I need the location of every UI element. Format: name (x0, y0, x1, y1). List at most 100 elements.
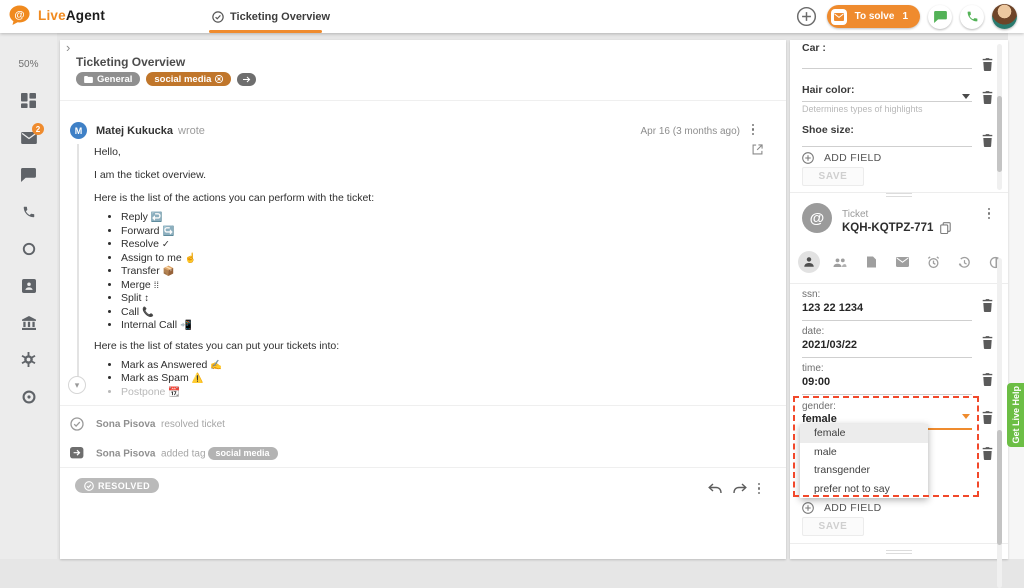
add-field-button[interactable]: ADD FIELD (802, 152, 882, 164)
list-item: Forward ↪️ (121, 225, 724, 239)
tab-group[interactable] (829, 251, 851, 273)
ticket-kind-label: Ticket (842, 209, 868, 220)
list-item: Call 📞 (121, 306, 724, 320)
dropdown-caret-icon[interactable] (962, 94, 970, 99)
tag-pill-social-media[interactable]: social media (146, 72, 231, 86)
reply-icon[interactable] (708, 483, 722, 494)
target-circle-icon (22, 390, 36, 404)
delete-field-button[interactable] (982, 373, 993, 386)
sidebar-item-support[interactable] (20, 388, 37, 405)
header-divider (60, 100, 786, 101)
dropdown-option-transgender[interactable]: transgender (800, 461, 928, 480)
top-bar: @ LiveAgent Ticketing Overview To solve … (0, 0, 1024, 33)
sidebar-item-contacts[interactable] (20, 277, 37, 294)
remove-tag-icon[interactable] (215, 75, 223, 83)
activity-action: added tag (161, 448, 206, 459)
user-avatar[interactable] (992, 4, 1017, 29)
activity-user: Sona Pisova (96, 448, 155, 459)
chats-button[interactable] (928, 5, 952, 29)
panel-scrollbar[interactable] (997, 44, 1002, 190)
more-options-button[interactable] (758, 483, 760, 494)
sidebar-item-dashboard[interactable] (20, 92, 37, 109)
delete-field-button[interactable] (982, 58, 993, 71)
sidebar-item-calls[interactable] (20, 203, 37, 220)
field-label-ssn: ssn: (802, 289, 820, 300)
resize-handle[interactable] (886, 547, 912, 554)
ticket-menu-button[interactable] (988, 208, 990, 219)
add-field-button[interactable]: ADD FIELD (802, 502, 882, 514)
sidebar-item-chats[interactable] (20, 166, 37, 183)
save-button[interactable]: SAVE (802, 517, 864, 536)
message-timestamp: Apr 16 (3 months ago) (641, 126, 741, 137)
window-edge (1008, 33, 1024, 559)
field-underline (802, 68, 972, 69)
field-value-time[interactable]: 09:00 (802, 376, 830, 388)
field-hint: Determines types of highlights (802, 104, 923, 114)
brand-logo[interactable]: @ LiveAgent (9, 5, 105, 26)
add-button[interactable] (796, 6, 817, 27)
topbar-actions: To solve 1 (796, 4, 1017, 29)
get-live-help-ribbon[interactable]: Get Live Help (1007, 383, 1024, 447)
save-button[interactable]: SAVE (802, 167, 864, 186)
sidebar-item-settings[interactable] (20, 351, 37, 368)
resize-handle[interactable] (886, 190, 912, 197)
tab-history[interactable] (953, 251, 975, 273)
delete-field-button[interactable] (982, 134, 993, 147)
tickets-badge: 2 (32, 123, 44, 135)
copy-icon[interactable] (940, 222, 951, 234)
chat-icon (934, 11, 947, 23)
calls-button[interactable] (960, 5, 984, 29)
open-in-new-icon[interactable] (752, 144, 763, 155)
postpone-emoji: 📆 (168, 387, 180, 398)
collapse-breadcrumb-chevron[interactable]: › (66, 40, 70, 55)
assign-emoji: ☝️ (185, 253, 197, 264)
status-label: RESOLVED (98, 481, 150, 491)
tab-contrast[interactable] (984, 251, 1006, 273)
add-tag-button[interactable] (237, 73, 256, 86)
activity-action: resolved ticket (161, 419, 225, 430)
panel-scrollbar[interactable] (997, 258, 1002, 588)
field-value-date[interactable]: 2021/03/22 (802, 339, 857, 351)
plus-circle-icon (802, 152, 814, 164)
chat-bubble-icon (21, 168, 36, 182)
ticket-avatar: @ (802, 203, 832, 233)
folder-icon (84, 76, 93, 83)
tab-ticketing-overview[interactable]: Ticketing Overview (212, 0, 330, 33)
zoom-level: 50% (18, 59, 38, 70)
spam-emoji: ⚠️ (192, 373, 204, 384)
delete-field-button[interactable] (982, 336, 993, 349)
message-menu-button[interactable] (752, 124, 754, 135)
to-solve-button[interactable]: To solve 1 (827, 5, 920, 28)
tab-contact[interactable] (798, 251, 820, 273)
sidebar-item-tickets[interactable]: 2 (20, 129, 37, 146)
dropdown-option-prefer-not-to-say[interactable]: prefer not to say (800, 480, 928, 499)
delete-field-button[interactable] (982, 411, 993, 424)
answered-emoji: ✍️ (210, 360, 222, 371)
tab-mail[interactable] (891, 251, 913, 273)
status-badge: RESOLVED (75, 478, 159, 493)
dropdown-caret-icon[interactable] (962, 414, 970, 419)
dropdown-option-male[interactable]: male (800, 443, 928, 462)
forward-icon[interactable] (733, 483, 747, 494)
sidebar-item-customer-portal[interactable] (20, 314, 37, 331)
collapse-message-button[interactable]: ▾ (68, 376, 86, 394)
dropdown-option-female[interactable]: female (800, 424, 928, 443)
delete-field-button[interactable] (982, 299, 993, 312)
page-title: Ticketing Overview (76, 55, 185, 69)
phone-icon (22, 205, 36, 219)
delete-field-button[interactable] (982, 447, 993, 460)
thread-line (77, 144, 79, 378)
message-paragraph: I am the ticket overview. (94, 169, 724, 181)
tab-reminders[interactable] (922, 251, 944, 273)
activity-row-tag: Sona Pisova added tagsocial media (60, 444, 278, 462)
sidebar-item-social[interactable] (20, 240, 37, 257)
delete-field-button[interactable] (982, 91, 993, 104)
field-value-ssn[interactable]: 123 22 1234 (802, 302, 863, 314)
department-pill[interactable]: General (76, 72, 140, 86)
internal-call-emoji: 📲 (180, 320, 192, 331)
arrow-right-icon (243, 76, 251, 83)
to-solve-label: To solve (855, 11, 895, 22)
tab-files[interactable] (860, 251, 882, 273)
ticket-detail-card: › Ticketing Overview General social medi… (60, 40, 786, 559)
activity-user: Sona Pisova (96, 419, 155, 430)
